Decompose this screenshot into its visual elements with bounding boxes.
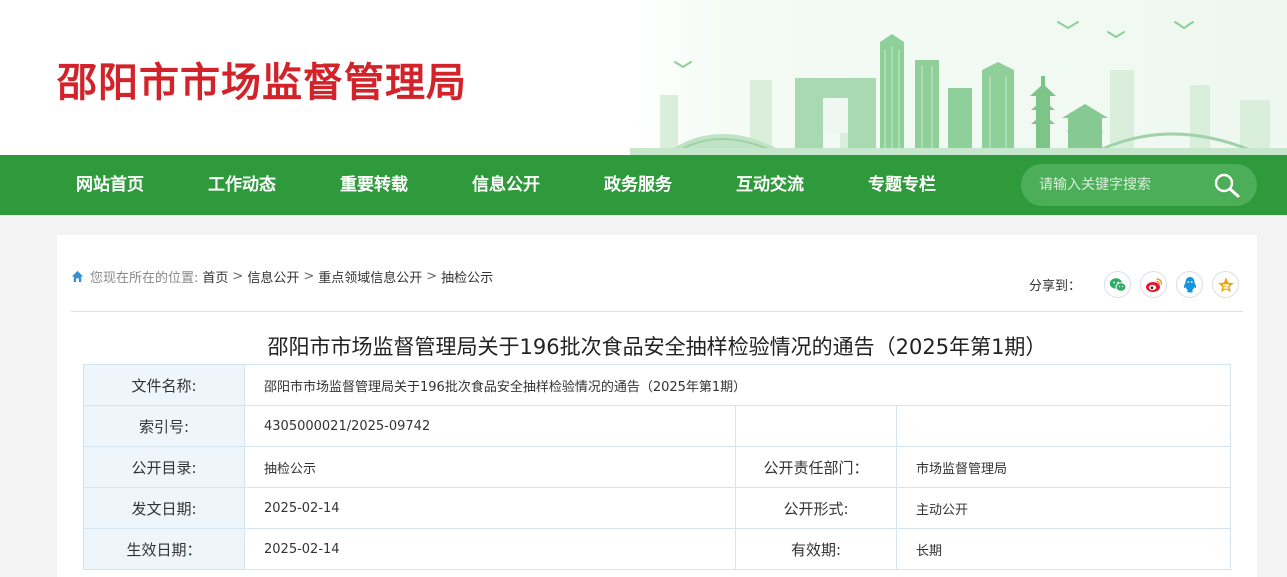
table-row: 生效日期： 2025-02-14 有效期: 长期 xyxy=(83,528,1232,570)
weibo-icon xyxy=(1145,277,1162,292)
qzone-icon xyxy=(1217,277,1234,292)
nav-item-home[interactable]: 网站首页 xyxy=(76,155,144,215)
validity-label: 有效期: xyxy=(735,528,897,570)
table-row: 发文日期: 2025-02-14 公开形式: 主动公开 xyxy=(83,487,1232,529)
catalog-value: 抽检公示 xyxy=(244,446,736,488)
effective-date-value: 2025-02-14 xyxy=(244,528,736,570)
share-label: 分享到： xyxy=(1028,279,1081,294)
breadcrumb-label: 您现在所在的位置: xyxy=(90,271,199,286)
document-meta-table: 文件名称: 邵阳市市场监督管理局关于196批次食品安全抽样检验情况的通告（202… xyxy=(83,364,1232,570)
effective-date-label: 生效日期： xyxy=(83,528,245,570)
wechat-icon xyxy=(1109,277,1126,292)
share-weibo-button[interactable] xyxy=(1140,271,1167,298)
table-row: 索引号: 4305000021/2025-09742 xyxy=(83,405,1232,447)
table-row: 文件名称: 邵阳市市场监督管理局关于196批次食品安全抽样检验情况的通告（202… xyxy=(83,364,1232,406)
site-header: 邵阳市市场监督管理局 xyxy=(0,0,1287,155)
qq-icon xyxy=(1183,276,1196,292)
nav-item-special-topics[interactable]: 专题专栏 xyxy=(868,155,936,215)
document-title: 邵阳市市场监督管理局关于196批次食品安全抽样检验情况的通告（2025年第1期） xyxy=(267,335,1047,359)
home-icon xyxy=(71,270,84,283)
nav-item-work-news[interactable]: 工作动态 xyxy=(208,155,276,215)
nav-item-gov-services[interactable]: 政务服务 xyxy=(604,155,672,215)
breadcrumb: 您现在所在的位置: 首页 > 信息公开 > 重点领域信息公开 > 抽检公示 xyxy=(71,267,493,286)
breadcrumb-separator: > xyxy=(426,269,438,284)
share-bar: 分享到： xyxy=(1029,271,1239,298)
issue-date-label: 发文日期: xyxy=(83,487,245,529)
breadcrumb-separator: > xyxy=(303,269,315,284)
city-skyline-banner xyxy=(630,0,1287,155)
validity-value: 长期 xyxy=(895,528,1232,570)
search-button[interactable] xyxy=(1213,172,1241,198)
divider xyxy=(71,311,1243,312)
search-box xyxy=(1021,164,1257,206)
breadcrumb-inspection[interactable]: 抽检公示 xyxy=(441,267,493,286)
article-container: 您现在所在的位置: 首页 > 信息公开 > 重点领域信息公开 > 抽检公示 分享… xyxy=(57,235,1257,577)
search-input[interactable] xyxy=(1039,174,1209,196)
nav-item-interaction[interactable]: 互动交流 xyxy=(736,155,804,215)
breadcrumb-key-areas[interactable]: 重点领域信息公开 xyxy=(318,267,422,286)
empty-cell xyxy=(735,405,897,447)
index-value: 4305000021/2025-09742 xyxy=(244,405,736,447)
site-title[interactable]: 邵阳市市场监督管理局 xyxy=(57,50,467,108)
index-label: 索引号: xyxy=(83,405,245,447)
breadcrumb-separator: > xyxy=(232,269,244,284)
form-value: 主动公开 xyxy=(895,487,1232,529)
nav-item-info-disclosure[interactable]: 信息公开 xyxy=(472,155,540,215)
issue-date-value: 2025-02-14 xyxy=(244,487,736,529)
form-label: 公开形式: xyxy=(735,487,897,529)
dept-label: 公开责任部门： xyxy=(735,446,897,488)
catalog-label: 公开目录: xyxy=(83,446,245,488)
dept-value: 市场监督管理局 xyxy=(895,446,1232,488)
search-icon xyxy=(1214,173,1240,198)
share-wechat-button[interactable] xyxy=(1104,271,1131,298)
table-row: 公开目录: 抽检公示 公开责任部门： 市场监督管理局 xyxy=(83,446,1232,488)
nav-item-reprints[interactable]: 重要转载 xyxy=(340,155,408,215)
file-name-value: 邵阳市市场监督管理局关于196批次食品安全抽样检验情况的通告（2025年第1期） xyxy=(243,364,1232,406)
empty-cell xyxy=(895,405,1232,447)
breadcrumb-home[interactable]: 首页 xyxy=(202,267,228,286)
share-qzone-button[interactable] xyxy=(1212,271,1239,298)
breadcrumb-info-disclosure[interactable]: 信息公开 xyxy=(247,267,299,286)
file-name-label: 文件名称: xyxy=(83,364,245,406)
share-qq-button[interactable] xyxy=(1176,271,1203,298)
